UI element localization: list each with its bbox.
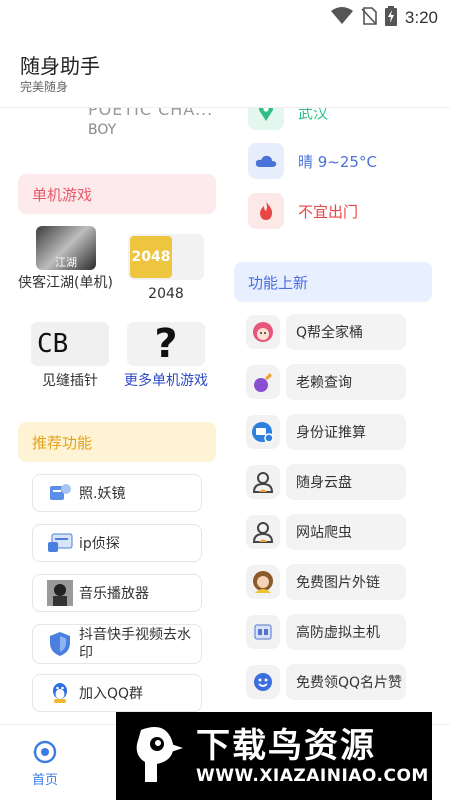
func-item-label: 高防虚拟主机 [286,614,406,650]
game-thumbnail: 2048 [128,234,204,280]
func-item-label: 身份证推算 [286,414,406,450]
server-icon [246,615,280,649]
watermark-url: WWW.XIAZAINIAO.COM [196,766,429,786]
game-item-jianfeng[interactable]: CB 见缝插针 [28,322,112,390]
qq-face-icon [246,665,280,699]
func-item-label: 网站爬虫 [286,514,406,550]
app-title: 随身助手 [20,54,100,78]
section-heading-new: 功能上新 [234,262,432,302]
section-heading-recommended: 推荐功能 [18,422,216,462]
rec-item-label: ip侦探 [79,536,120,552]
app-header: 随身助手 完美随身 [0,34,450,108]
rec-item-label: 抖音快手视频去水印 [79,627,191,661]
game-item-more[interactable]: ? 更多单机游戏 [116,321,216,390]
home-icon [20,739,70,769]
song-title: POETIC CHA... [88,108,214,119]
wifi-icon [330,7,353,29]
game-thumbnail: CB [31,322,109,366]
girl-avatar-icon [246,565,280,599]
func-item-laolai[interactable]: 老赖查询 [246,364,406,400]
func-item-label: 免费图片外链 [286,564,406,600]
func-item-cloud[interactable]: 随身云盘 [246,464,406,500]
clock: 3:20 [404,8,438,27]
watermark-name: 下载鸟资源 [196,726,376,766]
character-icon [246,315,280,349]
flame-icon [248,193,284,229]
song-artist: BOY [88,122,117,138]
qq-penguin-icon [45,678,75,708]
weather-row: 晴 9~25°C [248,143,377,179]
game-label: 2048 [148,286,184,302]
app-subtitle: 完美随身 [20,80,69,94]
game-label: 更多单机游戏 [124,373,208,389]
game-thumb-text: 2048 [130,236,172,278]
music-player-icon [45,578,75,608]
func-item-label: 随身云盘 [286,464,406,500]
status-bar: 3:20 [0,0,450,34]
id-card-icon [246,415,280,449]
game-label: 见缝插针 [42,373,98,389]
no-sim-icon [361,7,377,29]
location-row: 武汉 [248,108,328,130]
location-pin-icon [248,108,284,130]
city-text: 武汉 [298,108,329,122]
advice-text: 不宜出门 [298,202,359,221]
game-item-2048[interactable]: 2048 2048 [124,234,208,302]
rec-item-qq-group[interactable]: 加入QQ群 [32,674,202,712]
rec-item-music[interactable]: 音乐播放器 [32,574,202,612]
bird-logo-icon [124,723,190,789]
rec-item-mirror[interactable]: 照.妖镜 [32,474,202,512]
func-item-qbang[interactable]: Q帮全家桶 [246,314,406,350]
func-item-label: 免费领QQ名片赞 [286,664,406,700]
game-thumb-text: 江湖 [55,256,77,269]
rec-item-label: 加入QQ群 [79,686,144,702]
func-item-qq-likes[interactable]: 免费领QQ名片赞 [246,664,406,700]
weather-text: 晴 9~25°C [298,152,377,171]
user-icon [246,465,280,499]
func-item-crawler[interactable]: 网站爬虫 [246,514,406,550]
nav-home-label: 首页 [31,773,58,788]
game-label: 侠客江湖(单机) [18,275,113,291]
main-content[interactable]: POETIC CHA... BOY 单机游戏 江湖 侠客江湖(单机) 2048 … [0,108,450,720]
game-item-xiake[interactable]: 江湖 侠客江湖(单机) [18,226,114,292]
func-item-label: 老赖查询 [286,364,406,400]
func-item-host[interactable]: 高防虚拟主机 [246,614,406,650]
watermark-banner: 下载鸟资源 WWW.XIAZAINIAO.COM [116,712,432,800]
battery-charging-icon [384,6,397,30]
ip-detective-icon [45,528,75,558]
func-item-image-link[interactable]: 免费图片外链 [246,564,406,600]
eggplant-icon [246,365,280,399]
func-item-idcard[interactable]: 身份证推算 [246,414,406,450]
rec-item-watermark[interactable]: 抖音快手视频去水印 [32,624,202,664]
shield-icon [45,629,75,659]
section-heading-games: 单机游戏 [18,174,216,214]
game-thumbnail: 江湖 [36,226,96,270]
func-item-label: Q帮全家桶 [286,314,406,350]
rec-item-ip[interactable]: ip侦探 [32,524,202,562]
mirror-icon [45,478,75,508]
question-icon: ? [127,321,205,367]
rec-item-label: 照.妖镜 [79,486,126,502]
nav-home[interactable]: 首页 [20,739,70,788]
advice-row: 不宜出门 [248,193,358,229]
user-icon [246,515,280,549]
rec-item-label: 音乐播放器 [79,586,149,602]
cloud-icon [248,143,284,179]
game-thumb-text: CB [37,329,69,359]
